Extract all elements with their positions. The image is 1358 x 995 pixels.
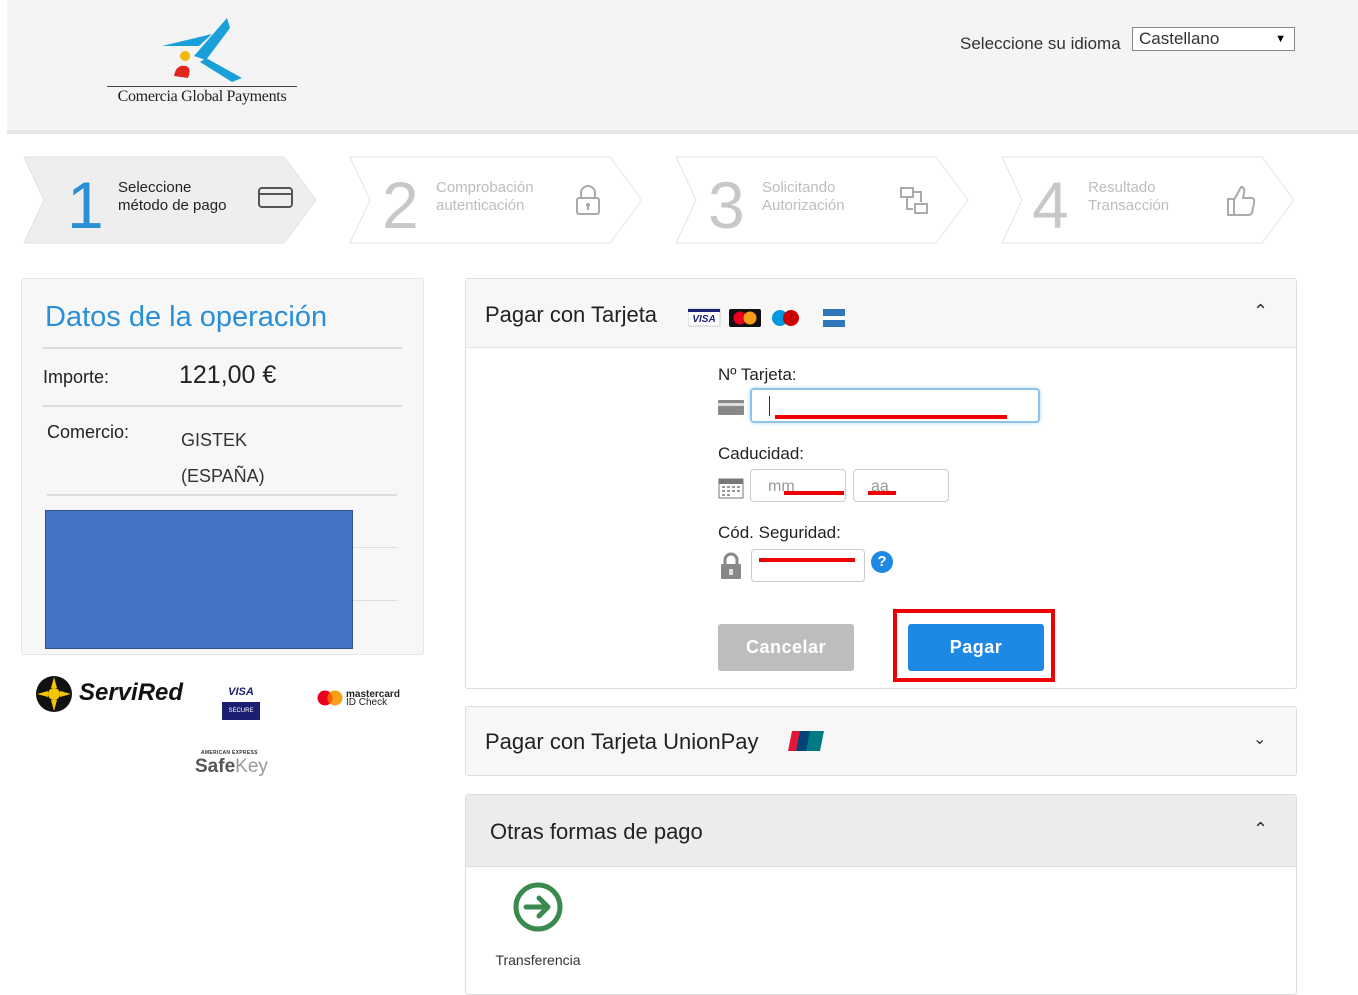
- divider: [47, 494, 397, 496]
- amex-icon: [823, 309, 845, 327]
- expiry-year-input[interactable]: aa: [853, 469, 949, 502]
- step-label: Seleccione método de pago: [118, 179, 227, 214]
- text-cursor: [769, 396, 770, 416]
- unionpay-title: Pagar con Tarjeta UnionPay: [485, 729, 759, 754]
- divider: [352, 547, 397, 548]
- language-value: Castellano: [1139, 29, 1220, 48]
- step-4: 4 Resultado Transacción: [1000, 155, 1300, 245]
- security-brands: ServiRed VISA SECURE mastercard ID Check …: [35, 672, 415, 792]
- help-icon[interactable]: ?: [871, 551, 893, 573]
- language-label: Seleccione su idioma: [960, 34, 1121, 53]
- amount-value: 121,00 €: [179, 361, 277, 389]
- mastercard-id-check-logo: mastercard ID Check: [317, 690, 400, 711]
- card-icon: [718, 398, 744, 421]
- step-number: 1: [67, 168, 104, 242]
- unionpay-icon: [788, 729, 824, 758]
- servired-logo: ServiRed: [35, 675, 183, 718]
- card-brand-logos: VISA: [687, 307, 848, 334]
- card-payment-panel: Pagar con Tarjeta VISA ⌃ Nº Tarjeta: Cad…: [465, 278, 1297, 689]
- star-logo-icon: [162, 18, 242, 82]
- step-number: 4: [1032, 168, 1069, 242]
- step-1: 1 Seleccione método de pago: [22, 155, 322, 245]
- other-payment-panel: Otras formas de pago ⌃ Transferencia: [465, 794, 1297, 995]
- step-number: 3: [708, 168, 745, 242]
- maestro-icon: [772, 310, 799, 326]
- chevron-down-icon[interactable]: ⌄: [1253, 729, 1266, 749]
- card-panel-title: Pagar con Tarjeta: [485, 302, 658, 327]
- divider: [43, 347, 402, 349]
- operation-panel: Datos de la operación Importe: 121,00 € …: [21, 278, 424, 655]
- language-select[interactable]: Castellano ▼: [1132, 27, 1295, 51]
- other-payment-title: Otras formas de pago: [490, 819, 703, 844]
- step-2: 2 Comprobación autenticación: [348, 155, 648, 245]
- cvv-input[interactable]: [751, 549, 865, 582]
- logo-text: Comercia Global Payments: [117, 88, 287, 105]
- dropdown-arrow-icon: ▼: [1275, 33, 1286, 45]
- cvv-label: Cód. Seguridad:: [718, 523, 841, 542]
- visa-icon: VISA: [687, 308, 721, 327]
- step-number: 2: [382, 168, 419, 242]
- calendar-icon: [718, 475, 744, 504]
- mastercard-icon: [729, 309, 761, 327]
- servired-icon: [36, 676, 72, 712]
- expiry-label: Caducidad:: [718, 444, 805, 463]
- redaction-line: [784, 491, 844, 495]
- amex-safekey-logo: AMERICAN EXPRESS SafeKey: [195, 750, 268, 777]
- logo-underline: [107, 86, 297, 87]
- step-label: Solicitando Autorización: [762, 179, 845, 214]
- step-label: Resultado Transacción: [1088, 179, 1170, 214]
- lock-icon: [720, 552, 742, 585]
- step-label: Comprobación autenticación: [436, 179, 534, 214]
- header: Comercia Global Payments Seleccione su i…: [7, 0, 1358, 134]
- unionpay-panel[interactable]: Pagar con Tarjeta UnionPay ⌄: [465, 706, 1297, 776]
- logo: Comercia Global Payments: [102, 16, 302, 116]
- redacted-block: [45, 510, 353, 649]
- arrow-circle-right-icon: [513, 882, 563, 932]
- transfer-option[interactable]: Transferencia: [488, 881, 588, 968]
- merchant-label: Comercio:: [47, 422, 130, 442]
- cancel-button[interactable]: Cancelar: [718, 624, 854, 671]
- visa-secure-logo: VISA SECURE: [222, 686, 260, 720]
- chevron-up-icon[interactable]: ⌃: [1253, 301, 1268, 322]
- pay-button[interactable]: Pagar: [908, 624, 1044, 671]
- merchant-value: GISTEK (ESPAÑA): [181, 430, 265, 486]
- redaction-line: [759, 558, 855, 562]
- svg-text:VISA: VISA: [692, 314, 715, 325]
- divider: [352, 600, 397, 601]
- redaction-line: [868, 491, 896, 495]
- card-panel-header[interactable]: Pagar con Tarjeta VISA ⌃: [466, 279, 1296, 348]
- step-3: 3 Solicitando Autorización: [674, 155, 974, 245]
- operation-title: Datos de la operación: [45, 301, 328, 333]
- redaction-line: [775, 415, 1007, 419]
- amount-label: Importe:: [43, 367, 110, 387]
- expiry-month-input[interactable]: mm: [750, 469, 846, 502]
- chevron-up-icon[interactable]: ⌃: [1253, 819, 1268, 840]
- progress-steps: 1 Seleccione método de pago 2 Comprobació…: [0, 155, 1358, 245]
- other-payment-header[interactable]: Otras formas de pago ⌃: [466, 795, 1296, 867]
- card-number-label: Nº Tarjeta:: [718, 365, 797, 384]
- transfer-label: Transferencia: [495, 952, 581, 968]
- divider: [43, 405, 402, 407]
